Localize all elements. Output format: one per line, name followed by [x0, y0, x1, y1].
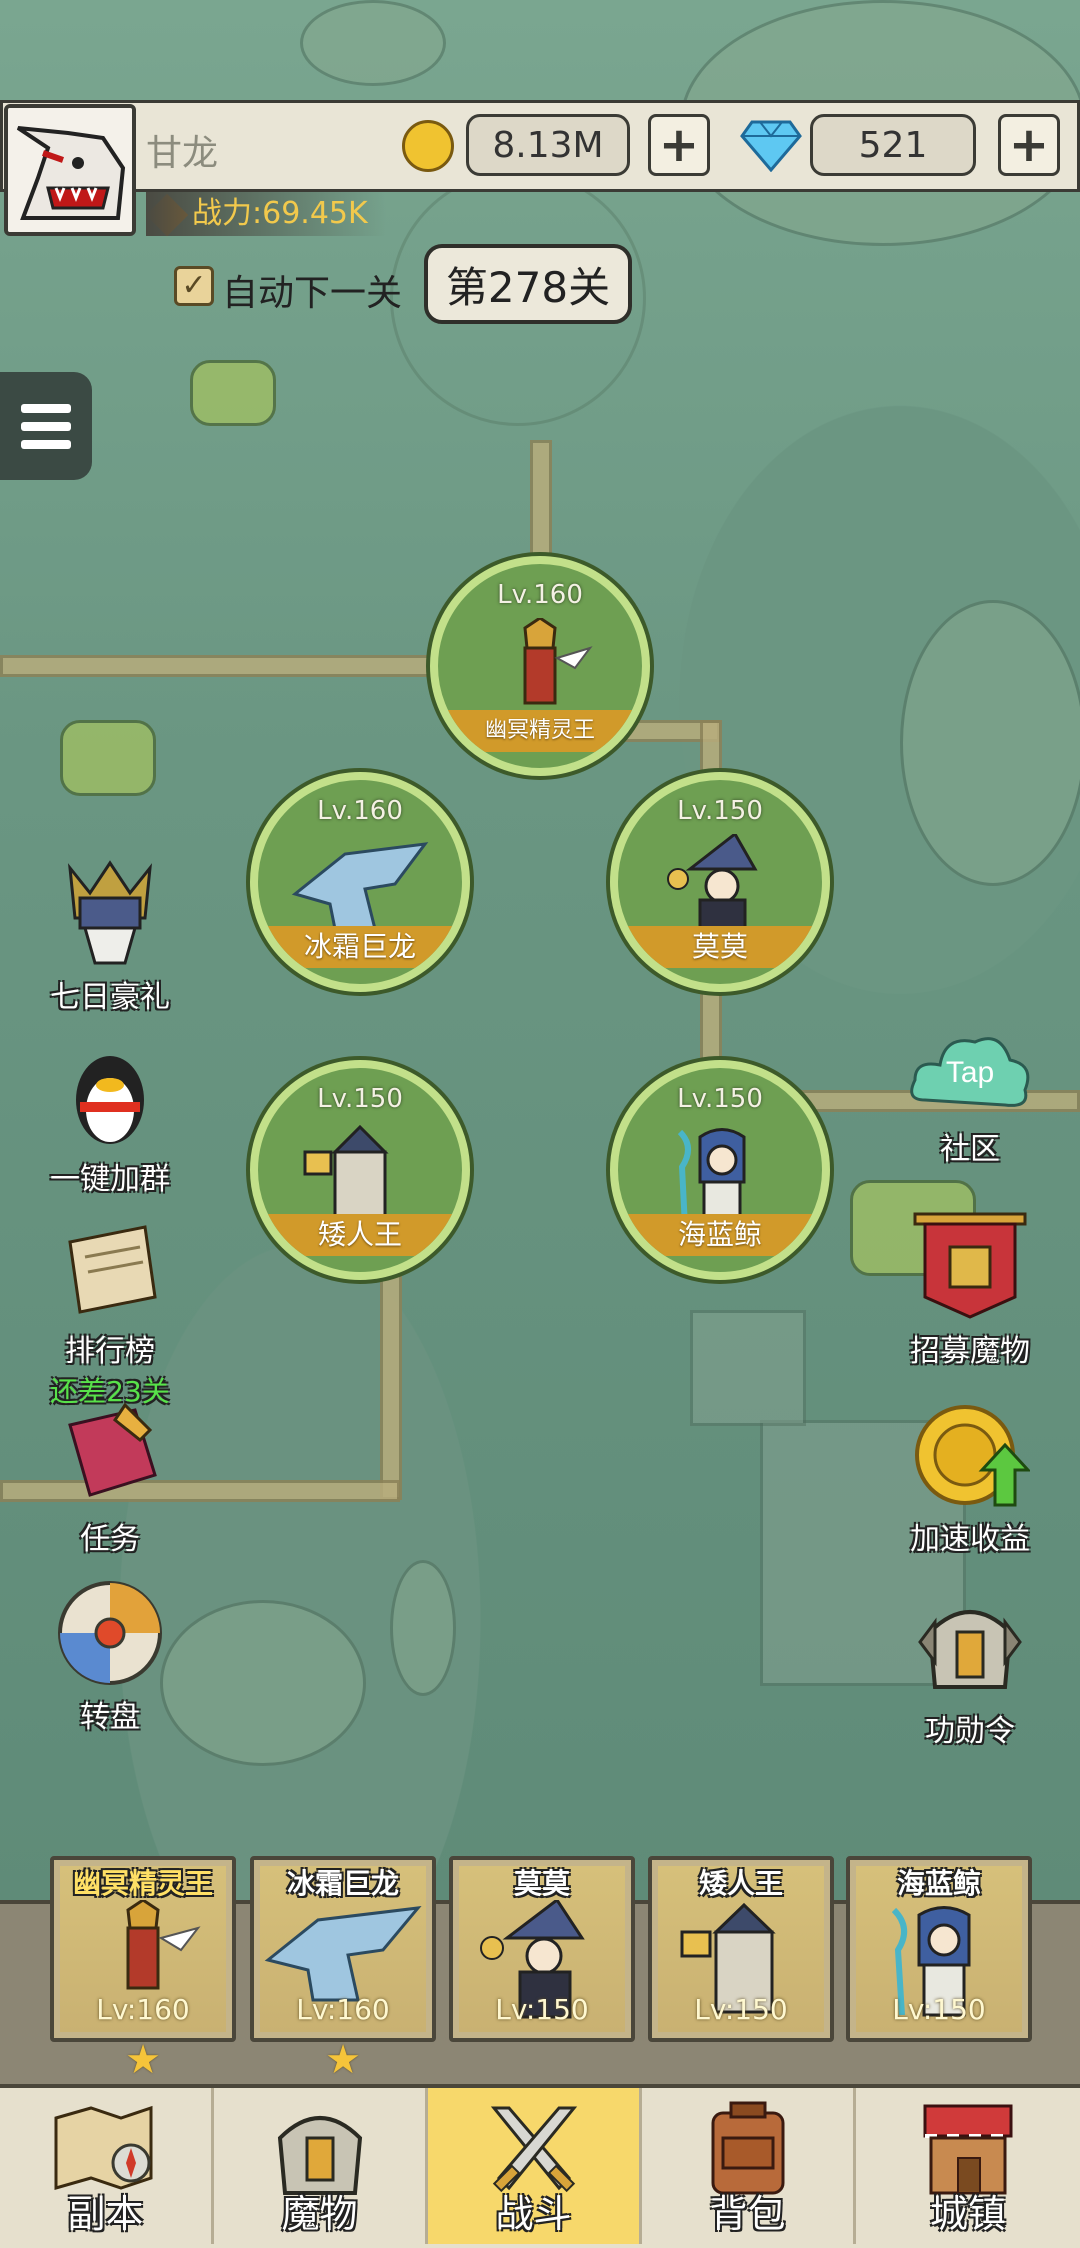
avatar-monster-icon [8, 108, 132, 232]
tab-battle[interactable]: 战斗 [428, 2088, 642, 2244]
tree-decor [160, 1600, 366, 1766]
auto-next-label: 自动下一关 [222, 273, 403, 314]
team-hero-level: Lv:160 [296, 1993, 390, 2026]
hero-level: Lv.150 [677, 1084, 763, 1114]
seven-day-gift-button[interactable]: 七日豪礼 [30, 858, 190, 1016]
team-hero-name: 冰霜巨龙 [286, 1867, 399, 1900]
team-hero-level: Lv:160 [96, 1993, 190, 2026]
lucky-wheel-button[interactable]: 转盘 [30, 1578, 190, 1736]
star-icon: ★ [125, 2037, 161, 2083]
add-gems-button[interactable]: + [998, 114, 1060, 176]
hero-level: Lv.160 [497, 580, 583, 610]
hamburger-line [21, 421, 71, 431]
tab-bag[interactable]: 背包 [642, 2088, 856, 2244]
tab-town-label: 城镇 [929, 2192, 1006, 2236]
team-slot[interactable]: 海蓝鲸 Lv:150 [846, 1856, 1032, 2042]
team-hero-name: 海蓝鲸 [896, 1867, 981, 1900]
map-hero-node[interactable]: Lv.150 莫莫 [610, 772, 830, 992]
hamburger-line [21, 403, 71, 413]
tree-decor [900, 600, 1080, 886]
lucky-wheel-label: 转盘 [80, 1700, 140, 1735]
join-group-label: 一键加群 [50, 1162, 170, 1197]
star-icon: ★ [325, 2037, 361, 2083]
hero-name: 幽冥精灵王 [438, 710, 642, 752]
join-group-button[interactable]: 一键加群 [30, 1040, 190, 1198]
tab-dungeon[interactable]: 副本 [0, 2088, 214, 2244]
current-stage-label: 第278关 [424, 244, 632, 324]
tab-town[interactable]: 城镇 [856, 2088, 1080, 2244]
player-avatar[interactable] [4, 104, 136, 236]
tab-bag-label: 背包 [709, 2192, 786, 2236]
player-name: 甘龙 [146, 133, 219, 174]
tree-decor [300, 0, 446, 86]
gold-amount: 8.13M [466, 114, 630, 176]
team-hero-name: 矮人王 [698, 1867, 783, 1900]
bush-decor [190, 360, 276, 426]
team-slot[interactable]: 矮人王 Lv:150 [648, 1856, 834, 2042]
main-menu-button[interactable] [0, 372, 92, 480]
helmet-icon [918, 1610, 1022, 1689]
community-button[interactable]: Tap 社区 [890, 1030, 1050, 1168]
tab-monsters-label: 魔物 [281, 2192, 358, 2236]
hero-level: Lv.150 [677, 796, 763, 826]
team-hero-level: Lv:150 [892, 1993, 986, 2026]
merit-order-button[interactable]: 功勋令 [890, 1592, 1050, 1750]
speed-up-income-button[interactable]: 加速收益 [890, 1400, 1050, 1558]
bush-decor [60, 720, 156, 796]
community-label: 社区 [940, 1132, 1000, 1167]
tap-cloud-icon: Tap [910, 1037, 1030, 1107]
hero-name: 莫莫 [618, 926, 822, 968]
tab-battle-label: 战斗 [495, 2192, 572, 2236]
leaderboard-label: 排行榜 [65, 1334, 155, 1369]
diamond-icon [740, 120, 802, 172]
team-slot[interactable]: 冰霜巨龙 Lv:160 [250, 1856, 436, 2042]
gold-coin-icon [402, 120, 454, 172]
hero-name: 冰霜巨龙 [258, 926, 462, 968]
book-icon [68, 1402, 157, 1497]
tasks-button[interactable]: 任务 [30, 1400, 190, 1558]
tab-dungeon-label: 副本 [67, 2192, 144, 2236]
svg-text:Tap: Tap [946, 1056, 994, 1089]
combat-power: 战力:69.45K [146, 192, 386, 236]
team-hero-name: 幽冥精灵王 [72, 1867, 213, 1900]
team-slot[interactable]: 莫莫 Lv:150 [449, 1856, 635, 2042]
map-hero-node[interactable]: Lv.150 矮人王 [250, 1060, 470, 1280]
tree-decor [390, 1560, 456, 1696]
add-gold-button[interactable]: + [648, 114, 710, 176]
merit-order-label: 功勋令 [925, 1714, 1015, 1749]
tasks-label: 任务 [80, 1522, 140, 1557]
team-hero-level: Lv:150 [694, 1993, 788, 2026]
coin-up-arrow-icon [915, 1405, 1032, 1507]
scroll-icon [68, 1225, 157, 1314]
hero-level: Lv.160 [317, 796, 403, 826]
tab-monsters[interactable]: 魔物 [214, 2088, 428, 2244]
hamburger-line [21, 439, 71, 449]
wheel-icon [58, 1581, 162, 1685]
recruit-monster-label: 招募魔物 [910, 1334, 1030, 1369]
hero-name: 海蓝鲸 [618, 1214, 822, 1256]
hero-level: Lv.150 [317, 1084, 403, 1114]
team-hero-name: 莫莫 [513, 1867, 570, 1900]
map-hero-node[interactable]: Lv.160 幽冥精灵王 [430, 556, 650, 776]
gem-amount: 521 [810, 114, 976, 176]
team-slot[interactable]: 幽冥精灵王 Lv:160 [50, 1856, 236, 2042]
penguin-icon [76, 1056, 144, 1144]
speed-up-income-label: 加速收益 [910, 1522, 1030, 1557]
armored-knight-icon [68, 860, 152, 965]
recruit-monster-button[interactable]: 招募魔物 [890, 1212, 1050, 1370]
map-hero-node[interactable]: Lv.160 冰霜巨龙 [250, 772, 470, 992]
hero-name: 矮人王 [258, 1214, 462, 1256]
banner-helmet-icon [913, 1212, 1027, 1319]
hut-decor [690, 1310, 806, 1426]
auto-next-checkbox[interactable]: ✓ [174, 266, 214, 306]
map-path [0, 655, 440, 677]
team-hero-level: Lv:150 [495, 1993, 589, 2026]
seven-day-gift-label: 七日豪礼 [50, 980, 170, 1015]
leaderboard-button[interactable]: 排行榜 还差23关 [30, 1222, 190, 1410]
map-hero-node[interactable]: Lv.150 海蓝鲸 [610, 1060, 830, 1280]
